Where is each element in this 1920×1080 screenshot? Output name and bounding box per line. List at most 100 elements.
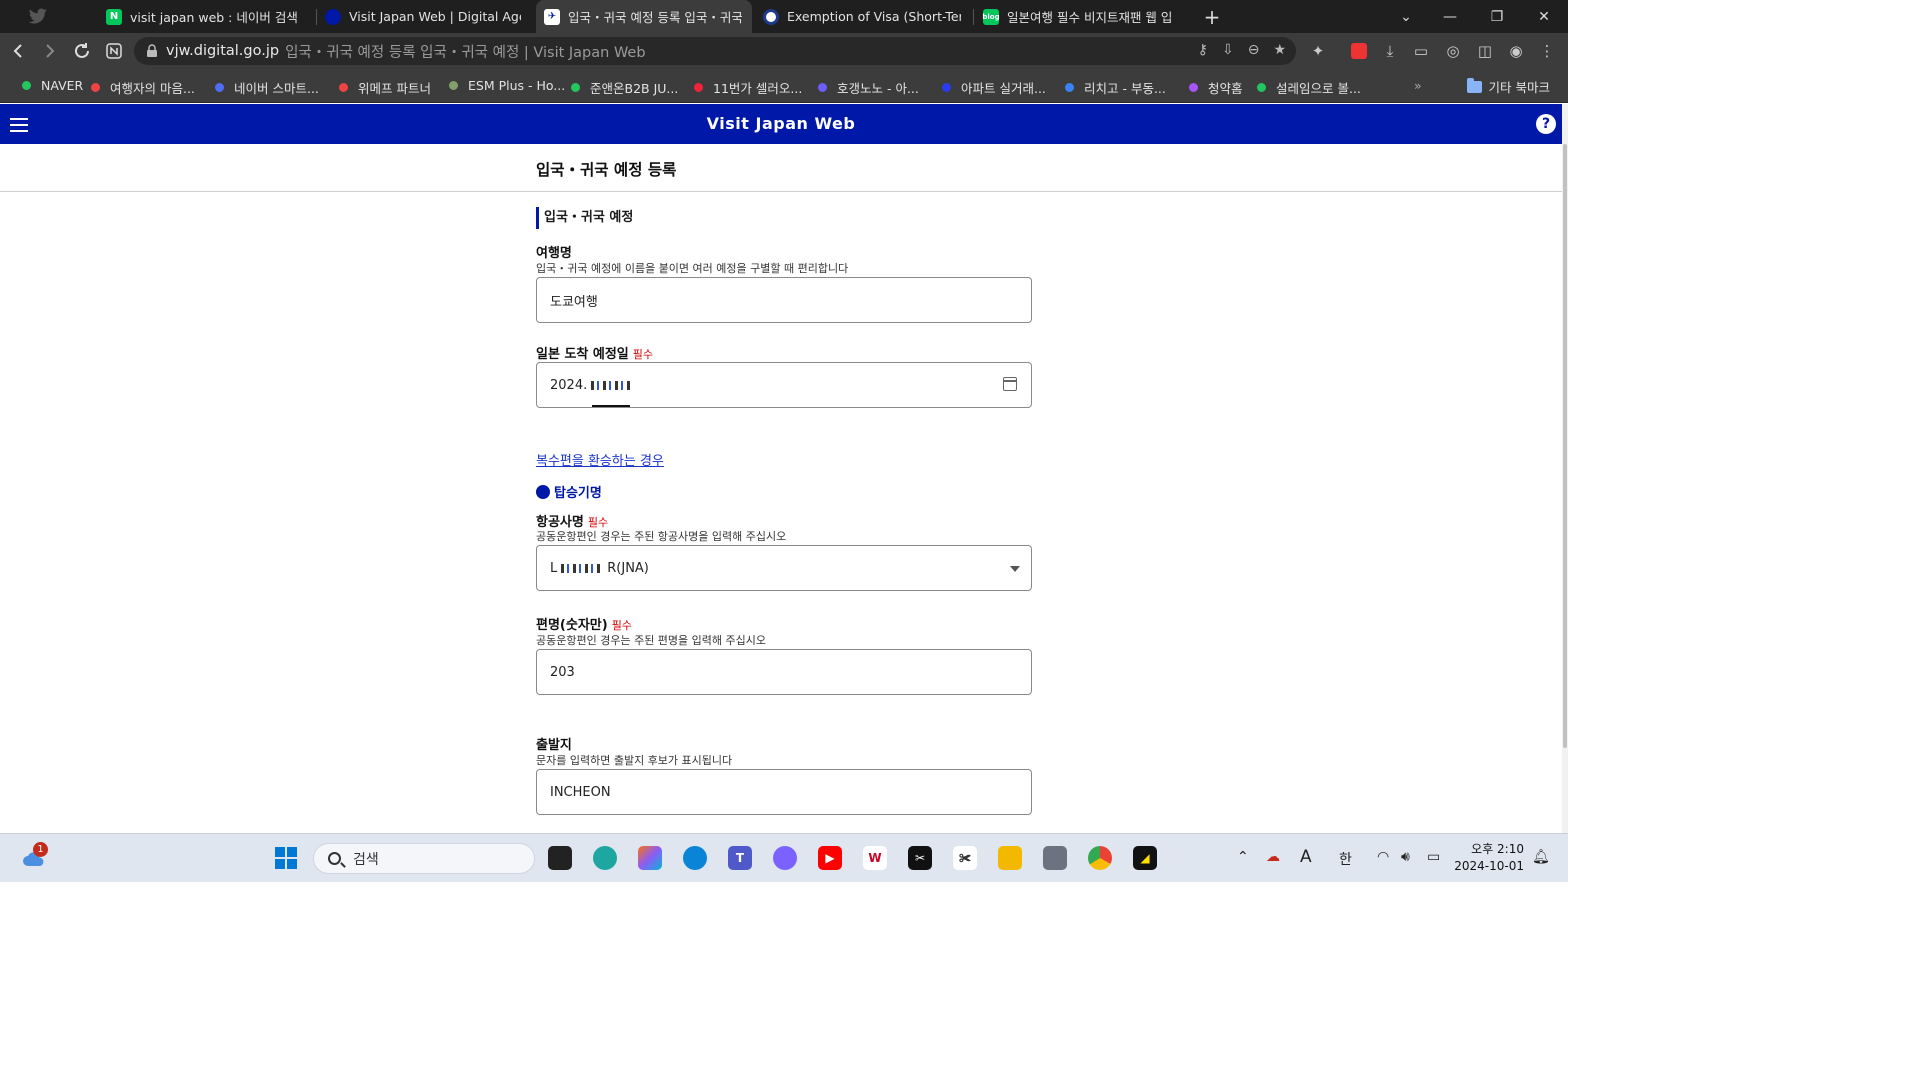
restore-button[interactable]: ❐ — [1474, 0, 1520, 33]
tab-entry-registration[interactable]: ✈ 입국・귀국 예정 등록 입국・귀국 — [536, 0, 752, 33]
sticky-notes-icon[interactable]: ◢ — [1133, 846, 1157, 870]
start-button[interactable] — [274, 846, 298, 870]
bookmark-favicon-icon — [22, 81, 31, 90]
browser-menu-icon[interactable]: ⋮ — [1537, 41, 1557, 61]
bookmark-item[interactable]: 리치고 - 부동... — [1065, 78, 1166, 97]
wps-icon[interactable]: W — [863, 846, 887, 870]
site-info-icon[interactable] — [146, 44, 158, 58]
recorder-extension-icon[interactable] — [1349, 41, 1369, 61]
bookmarks-overflow-icon[interactable]: » — [1414, 78, 1422, 93]
onedrive-status-icon[interactable]: ☁ — [1266, 849, 1280, 865]
scrollbar-thumb[interactable] — [1563, 144, 1567, 748]
naver-home-icon — [106, 43, 122, 59]
bookmark-favicon-icon — [1189, 83, 1198, 92]
bookmark-favicon-icon — [818, 83, 827, 92]
forward-arrow-icon — [46, 44, 55, 58]
naver-home-button[interactable] — [100, 37, 128, 65]
naver-icon: N — [106, 8, 122, 25]
page-scrollbar[interactable] — [1562, 104, 1568, 833]
bookmark-item[interactable]: 청약홈 — [1189, 78, 1243, 97]
twitter-tab-icon[interactable] — [20, 0, 60, 33]
clock-date: 2024-10-01 — [1454, 859, 1524, 873]
tab-visa-exemption[interactable]: Exemption of Visa (Short-Term S — [755, 0, 971, 33]
new-tab-button[interactable]: + — [1189, 0, 1235, 33]
back-button[interactable] — [4, 37, 32, 65]
required-badge: 필수 — [611, 619, 632, 632]
bookmark-item[interactable]: 호갱노노 - 아... — [818, 78, 919, 97]
bookmark-favicon-icon — [449, 81, 458, 90]
trip-name-label: 여행명 — [536, 246, 572, 261]
battery-icon[interactable]: ▭ — [1427, 849, 1440, 865]
flight-number-label: 편명(숫자만) 필수 — [536, 614, 632, 633]
bookmark-item[interactable]: 준앤온B2B JU... — [571, 78, 678, 97]
clock[interactable]: 오후 2:10 2024-10-01 — [1454, 841, 1524, 875]
close-window-button[interactable]: ✕ — [1521, 0, 1567, 33]
taskbar-search[interactable]: 검색 — [313, 843, 535, 874]
task-view-icon[interactable] — [548, 846, 572, 870]
multiple-flights-link[interactable]: 복수편을 환승하는 경우 — [536, 450, 664, 469]
required-badge: 필수 — [632, 348, 654, 361]
help-icon[interactable]: ? — [1536, 114, 1556, 134]
profile-icon[interactable]: ◉ — [1506, 41, 1526, 61]
bookmark-item[interactable]: ESM Plus - Ho... — [449, 78, 565, 93]
wifi-icon[interactable]: ◠ — [1377, 849, 1389, 865]
airline-select[interactable]: L R(JNA) — [536, 545, 1032, 591]
bookmark-item[interactable]: NAVER — [22, 78, 83, 93]
tab-blog[interactable]: blog 일본여행 필수 비지트재팬 웹 입 — [975, 0, 1191, 33]
chrome-icon[interactable] — [1088, 846, 1112, 870]
copilot-icon[interactable] — [593, 846, 617, 870]
volume-icon[interactable]: 🔊︎ — [1401, 849, 1410, 865]
tab-search-button[interactable]: ⌄ — [1383, 0, 1429, 33]
download-icon[interactable]: ⤓ — [1380, 41, 1400, 61]
tray-overflow-icon[interactable]: ⌃ — [1237, 849, 1249, 865]
teams-icon[interactable]: T — [728, 846, 752, 870]
bookmark-favicon-icon — [215, 83, 224, 92]
ime-indicator[interactable]: 한 — [1339, 849, 1352, 869]
font-indicator[interactable]: A — [1300, 847, 1312, 867]
tab-visit-japan-web[interactable]: Visit Japan Web | Digital Agency — [317, 0, 531, 33]
flight-section-radio[interactable]: 탑승기명 — [536, 482, 602, 501]
calendar-icon[interactable] — [1003, 377, 1017, 391]
copilot-app-icon[interactable] — [638, 846, 662, 870]
snipping-tool-icon[interactable]: ✀ — [953, 846, 977, 870]
dropdown-caret-icon[interactable] — [1010, 566, 1020, 572]
bookmark-item[interactable]: 네이버 스마트... — [215, 78, 319, 97]
forward-button[interactable] — [36, 37, 64, 65]
address-bar[interactable]: vjw.digital.go.jp 입국・귀국 예정 등록 입국・귀국 예정 |… — [134, 37, 1296, 65]
file-explorer-icon[interactable] — [998, 846, 1022, 870]
reload-button[interactable] — [68, 37, 96, 65]
voice-recorder-icon[interactable] — [1043, 846, 1067, 870]
install-app-icon[interactable]: ⇩ — [1222, 42, 1234, 58]
bookmark-item[interactable]: 위메프 파트너 — [339, 78, 431, 97]
password-key-icon[interactable]: ⚷ — [1198, 42, 1208, 58]
bookmark-item[interactable]: 여행자의 마음... — [91, 78, 195, 97]
departure-hint: 문자를 입력하면 출발지 후보가 표시됩니다 — [536, 754, 733, 767]
flight-number-hint: 공동운항편인 경우는 주된 편명을 입력해 주십시오 — [536, 634, 767, 647]
notification-bell-icon[interactable]: 🔔︎ — [1532, 849, 1550, 865]
windows-taskbar: 1 검색 T ▶ W ✂ ✀ ◢ ⌃ ☁ A 한 ◠ 🔊︎ ▭ 오후 2:10 … — [0, 833, 1568, 882]
cast-icon[interactable]: ▭ — [1411, 41, 1431, 61]
bookmark-item[interactable]: 11번가 셀러오... — [694, 78, 802, 97]
trip-name-value: 도쿄여행 — [550, 294, 598, 310]
bookmark-star-icon[interactable]: ★ — [1273, 42, 1286, 58]
flight-number-input[interactable]: 203 — [536, 649, 1032, 695]
youtube-icon[interactable]: ▶ — [818, 846, 842, 870]
bookmark-item[interactable]: 아파트 실거래... — [942, 78, 1046, 97]
tab-naver-search[interactable]: N visit japan web : 네이버 검색 — [98, 0, 314, 33]
clipchamp-icon[interactable] — [773, 846, 797, 870]
other-bookmarks-folder[interactable]: 기타 북마크 — [1466, 77, 1550, 96]
departure-input[interactable]: INCHEON — [536, 769, 1032, 815]
trip-name-input[interactable]: 도쿄여행 — [536, 277, 1032, 323]
omnibox-actions: ⚷ ⇩ ⊖ ★ — [1198, 42, 1286, 58]
minimize-button[interactable]: — — [1427, 0, 1473, 33]
side-panel-icon[interactable]: ◫ — [1475, 41, 1495, 61]
arrival-date-input[interactable]: 2024. — [536, 362, 1032, 408]
zoom-icon[interactable]: ⊖ — [1248, 42, 1260, 58]
edge-icon[interactable] — [683, 846, 707, 870]
capcut-icon[interactable]: ✂ — [908, 846, 932, 870]
screenshot-icon[interactable]: ◎ — [1443, 41, 1463, 61]
bookmark-item[interactable]: 설레임으로 볼... — [1257, 78, 1361, 97]
address-host: vjw.digital.go.jp — [166, 43, 280, 59]
arrival-date-label-text: 일본 도착 예정일 — [536, 347, 629, 362]
extensions-puzzle-icon[interactable]: ✦ — [1308, 41, 1328, 61]
